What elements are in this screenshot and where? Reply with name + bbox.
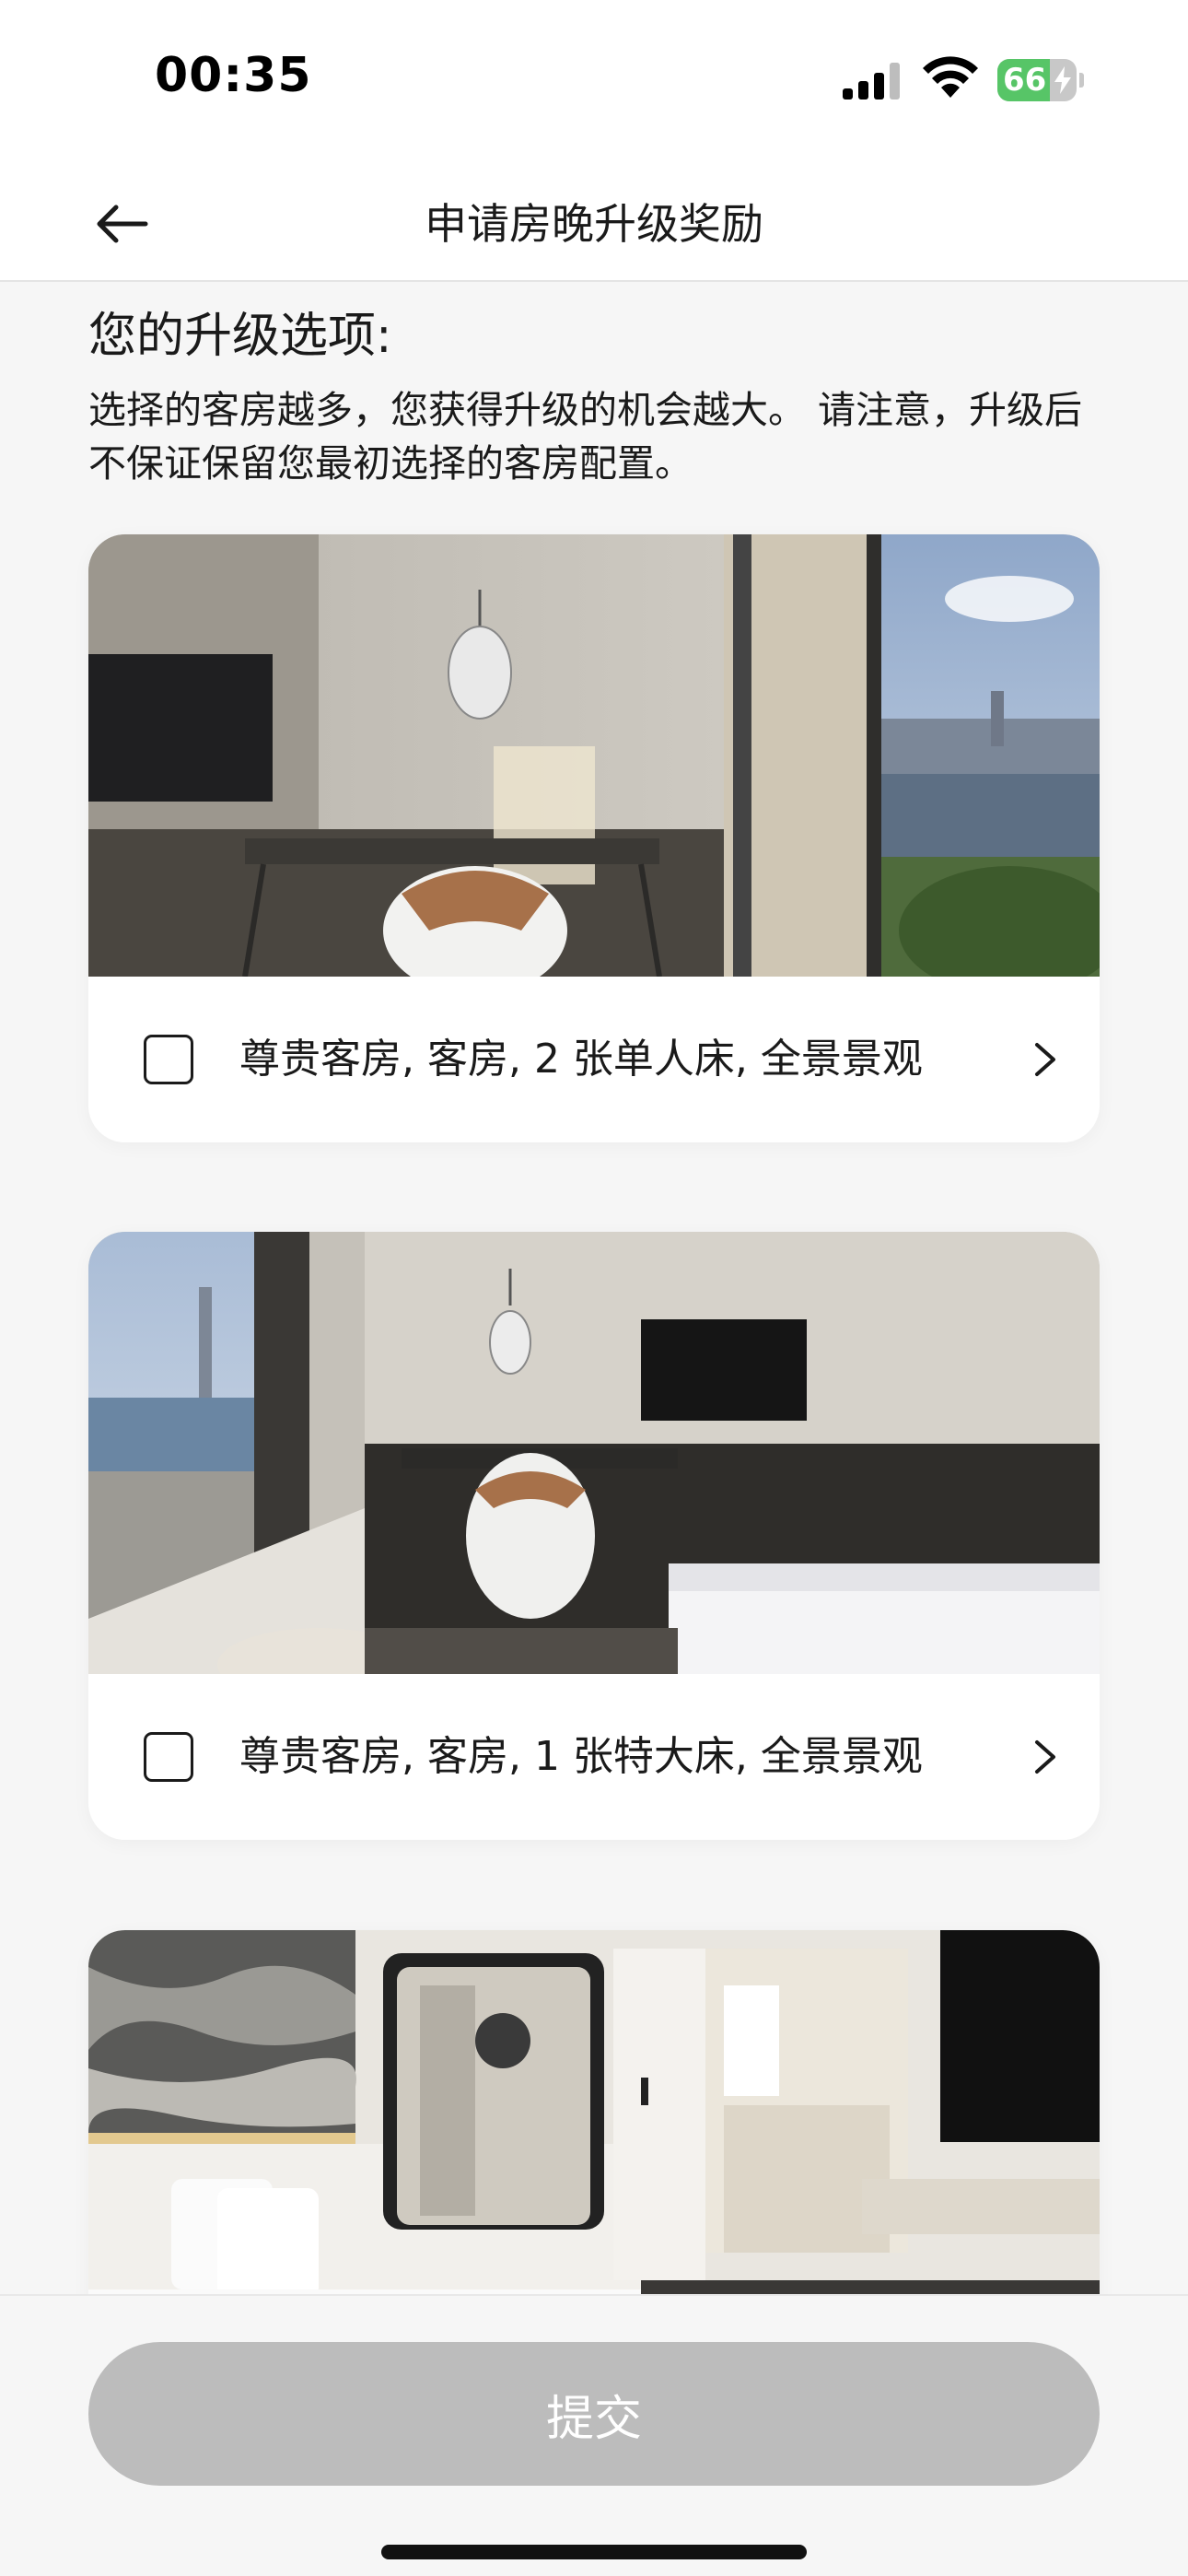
room-photo[interactable] bbox=[88, 1232, 1100, 1674]
section-description: 选择的客房越多，您获得升级的机会越大。 请注意，升级后不保证保留您最初选择的客房… bbox=[88, 388, 1083, 486]
section-title: 您的升级选项: bbox=[88, 309, 392, 364]
room-card: 尊贵客房, 客房, 2 张单人床, 全景景观 bbox=[88, 534, 1100, 1142]
room-label: 尊贵客房, 客房, 2 张单人床, 全景景观 bbox=[239, 1036, 923, 1083]
room-checkbox[interactable] bbox=[144, 1732, 193, 1782]
wifi-icon bbox=[923, 56, 978, 98]
room-card: 尊贵客房, 客房, 1 张特大床, 全景景观 bbox=[88, 1232, 1100, 1840]
bottom-bar: 提交 bbox=[0, 2294, 1188, 2576]
page-title: 申请房晚升级奖励 bbox=[425, 199, 763, 249]
battery-level: 66 bbox=[1003, 62, 1047, 99]
nav-header: 申请房晚升级奖励 bbox=[0, 166, 1188, 282]
submit-button[interactable]: 提交 bbox=[88, 2342, 1100, 2486]
room-checkbox[interactable] bbox=[144, 1035, 193, 1084]
battery-icon: 66 bbox=[997, 59, 1084, 101]
chevron-right-icon[interactable] bbox=[1031, 1039, 1059, 1080]
home-indicator[interactable] bbox=[381, 2545, 807, 2559]
status-bar: 00:35 66 bbox=[0, 0, 1188, 166]
chevron-right-icon[interactable] bbox=[1031, 1737, 1059, 1777]
room-option[interactable]: 尊贵客房, 客房, 1 张特大床, 全景景观 bbox=[88, 1674, 1100, 1840]
status-time: 00:35 bbox=[155, 48, 312, 103]
arrow-left-icon bbox=[97, 205, 148, 243]
room-option[interactable]: 尊贵客房, 客房, 2 张单人床, 全景景观 bbox=[88, 977, 1100, 1142]
room-label: 尊贵客房, 客房, 1 张特大床, 全景景观 bbox=[239, 1733, 923, 1780]
room-photo[interactable] bbox=[88, 534, 1100, 977]
bolt-icon bbox=[1054, 66, 1071, 94]
signal-icon bbox=[843, 63, 900, 100]
back-button[interactable] bbox=[85, 193, 158, 254]
